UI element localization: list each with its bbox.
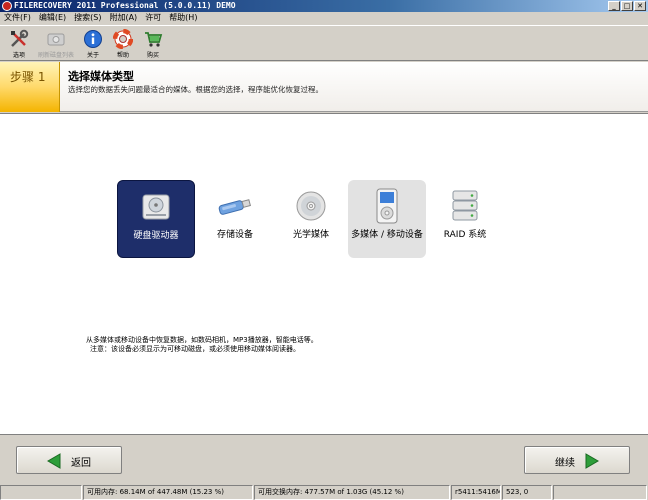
media-storage-device-label: 存储设备 xyxy=(216,230,253,240)
about-button[interactable]: 关于 xyxy=(78,26,108,61)
disk-refresh-icon xyxy=(45,29,67,49)
menu-help[interactable]: 帮助(H) xyxy=(169,12,197,24)
media-optical-label: 光学媒体 xyxy=(292,230,329,240)
info-icon xyxy=(82,29,104,49)
help-label: 帮助 xyxy=(116,52,129,59)
minimize-button[interactable]: _ xyxy=(608,1,620,11)
media-selection-panel: 硬盘驱动器 存储设备 光学媒体 多媒体 / 移动设备 RAID 系统 从多媒体或… xyxy=(0,113,648,435)
optical-disc-icon xyxy=(291,188,331,224)
back-button-label: 返回 xyxy=(71,458,91,469)
options-label: 选项 xyxy=(12,52,25,59)
lifebuoy-icon xyxy=(112,29,134,49)
buy-button[interactable]: 购买 xyxy=(138,26,168,61)
status-swap: 可用交换内存: 477.57M of 1.03G (45.12 %) xyxy=(254,485,450,500)
maximize-button[interactable]: □ xyxy=(621,1,633,11)
buy-label: 购买 xyxy=(146,52,159,59)
media-hard-drive[interactable]: 硬盘驱动器 xyxy=(117,180,195,258)
media-player-icon xyxy=(367,188,407,224)
status-bar: 可用内存: 68.14M of 447.48M (15.23 %) 可用交换内存… xyxy=(0,485,648,500)
media-multimedia-mobile-label: 多媒体 / 移动设备 xyxy=(351,230,423,240)
media-optical[interactable]: 光学媒体 xyxy=(272,180,350,258)
menu-edit[interactable]: 编辑(E) xyxy=(39,12,66,24)
arrow-right-icon xyxy=(585,453,599,469)
media-hard-drive-label: 硬盘驱动器 xyxy=(133,231,179,241)
media-storage-device[interactable]: 存储设备 xyxy=(196,180,274,258)
menu-addons[interactable]: 附加(A) xyxy=(109,12,137,24)
menu-search[interactable]: 搜索(S) xyxy=(74,12,101,24)
usb-drive-icon xyxy=(215,188,255,224)
window-controls: _ □ ✕ xyxy=(608,1,646,11)
menu-file[interactable]: 文件(F) xyxy=(4,12,31,24)
shopping-cart-icon xyxy=(142,29,164,49)
step-description: 选择您的数据丢失问题最适合的媒体。根据您的选择，程序能优化恢复过程。 xyxy=(68,85,323,94)
media-raid[interactable]: RAID 系统 xyxy=(426,180,504,258)
arrow-left-icon xyxy=(47,453,61,469)
status-code: r5411:5416M xyxy=(451,485,501,500)
refresh-disk-list-label: 刷新磁盘列表 xyxy=(37,52,74,59)
help-button[interactable]: 帮助 xyxy=(108,26,138,61)
menu-license[interactable]: 许可 xyxy=(145,12,161,24)
step-badge: 步骤 1 xyxy=(0,62,60,112)
window-title: FILERECOVERY 2011 Professional (5.0.0.11… xyxy=(14,1,236,10)
media-multimedia-mobile[interactable]: 多媒体 / 移动设备 xyxy=(348,180,426,258)
step-title: 选择媒体类型 xyxy=(68,70,134,83)
media-hint-line2: 注意：该设备必须显示为可移动磁盘，或必须使用移动媒体阅读器。 xyxy=(90,345,300,353)
status-memory: 可用内存: 68.14M of 447.48M (15.23 %) xyxy=(83,485,253,500)
next-button-label: 继续 xyxy=(555,458,575,469)
status-coords: 523, 0 xyxy=(502,485,552,500)
media-hint-line1: 从多媒体或移动设备中恢复数据，如数码相机，MP3播放器，智能电话等。 xyxy=(86,336,318,344)
tools-icon xyxy=(8,29,30,49)
step-number: 步骤 1 xyxy=(10,70,46,84)
app-icon xyxy=(2,1,12,11)
next-button[interactable]: 继续 xyxy=(524,446,630,474)
title-bar: FILERECOVERY 2011 Professional (5.0.0.11… xyxy=(0,0,648,12)
toolbar: 选项 刷新磁盘列表 关于 帮助 购买 xyxy=(0,25,648,61)
step-header: 步骤 1 选择媒体类型 选择您的数据丢失问题最适合的媒体。根据您的选择，程序能优… xyxy=(0,62,648,112)
back-button[interactable]: 返回 xyxy=(16,446,122,474)
menu-bar: 文件(F) 编辑(E) 搜索(S) 附加(A) 许可 帮助(H) xyxy=(0,12,648,24)
status-empty-2 xyxy=(553,485,647,500)
raid-icon xyxy=(445,188,485,224)
refresh-disk-list-button[interactable]: 刷新磁盘列表 xyxy=(34,26,78,61)
media-raid-label: RAID 系统 xyxy=(443,230,487,240)
hard-drive-icon xyxy=(136,189,176,225)
about-label: 关于 xyxy=(86,52,99,59)
status-empty-1 xyxy=(0,485,82,500)
close-button[interactable]: ✕ xyxy=(634,1,646,11)
wizard-footer: 返回 继续 xyxy=(0,436,648,484)
options-button[interactable]: 选项 xyxy=(4,26,34,61)
